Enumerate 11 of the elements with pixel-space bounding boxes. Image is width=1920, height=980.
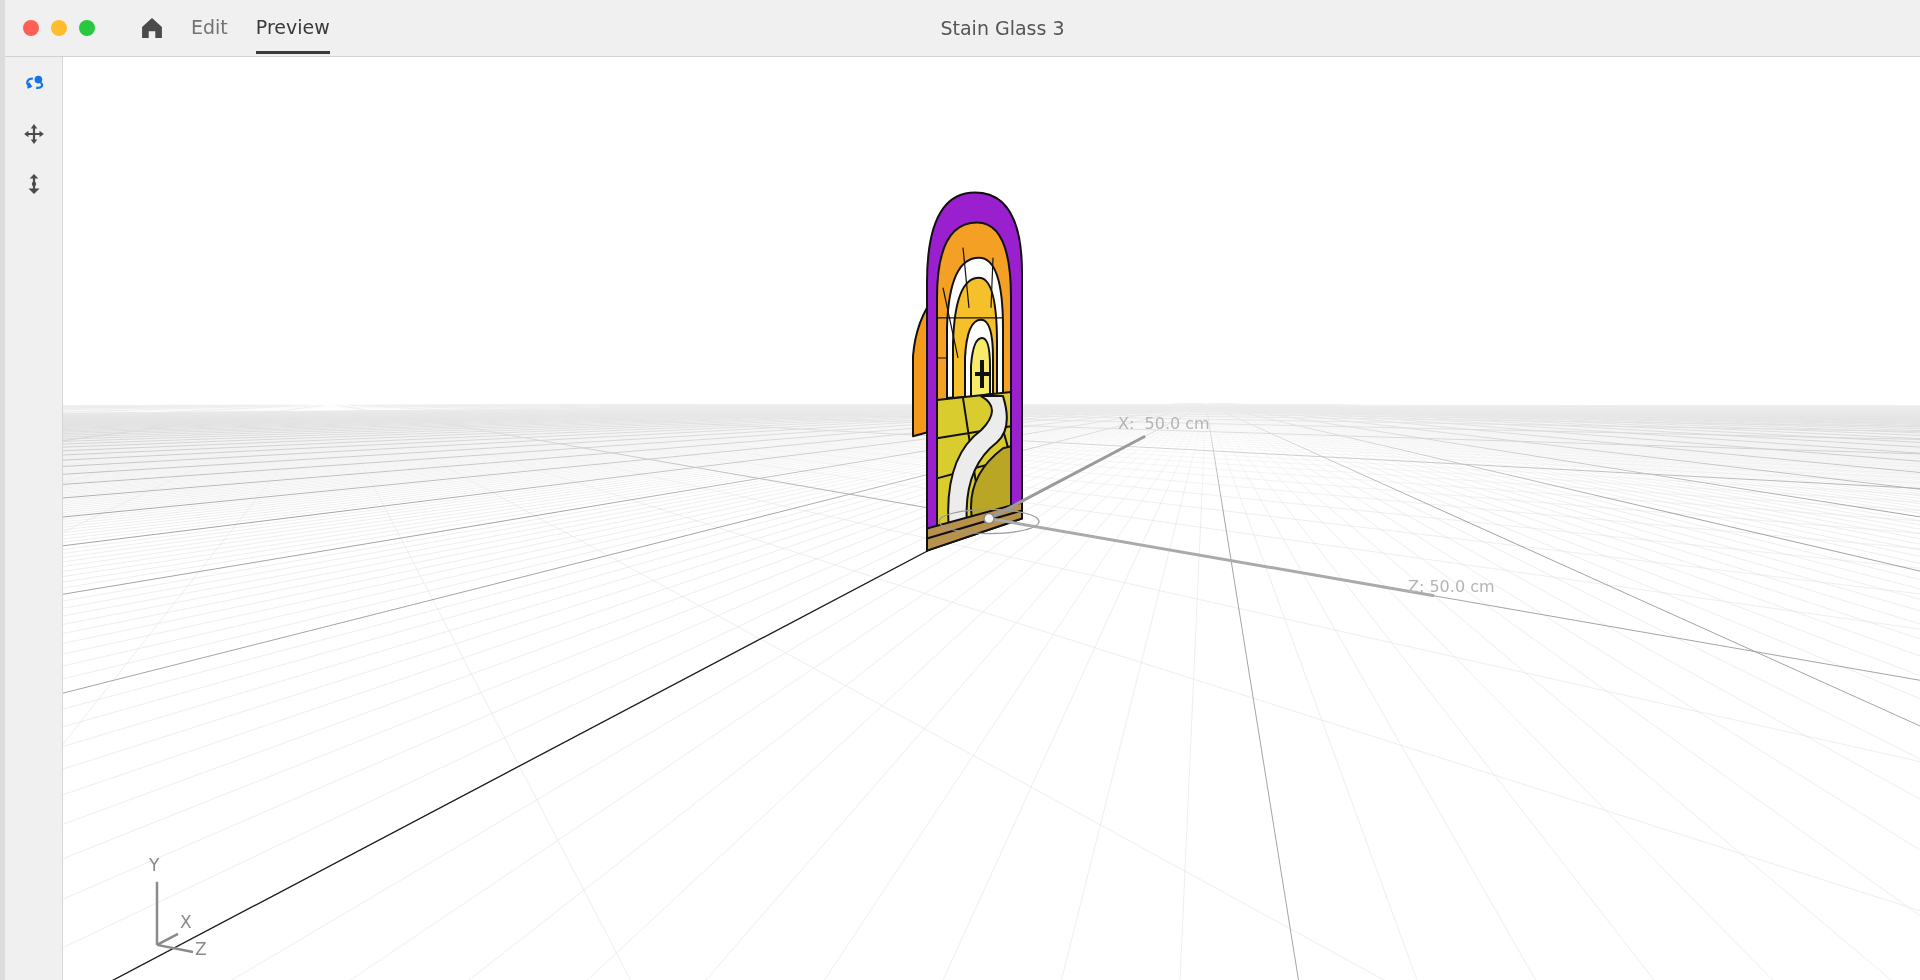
axis-measure-label: Z: 50.0 cm <box>1408 577 1495 596</box>
window-title: Stain Glass 3 <box>940 17 1065 39</box>
home-icon[interactable] <box>141 17 163 39</box>
axis-letter: Y <box>149 855 160 875</box>
axis-letter: X <box>180 912 192 932</box>
tab[interactable]: Preview <box>255 5 330 54</box>
axis-letter: Z <box>195 939 207 959</box>
close-button[interactable] <box>23 20 39 36</box>
tab[interactable]: Edit <box>191 5 228 54</box>
axis-measure-label: X: 50.0 cm <box>1118 414 1210 433</box>
move-arrows-icon[interactable] <box>22 123 45 145</box>
